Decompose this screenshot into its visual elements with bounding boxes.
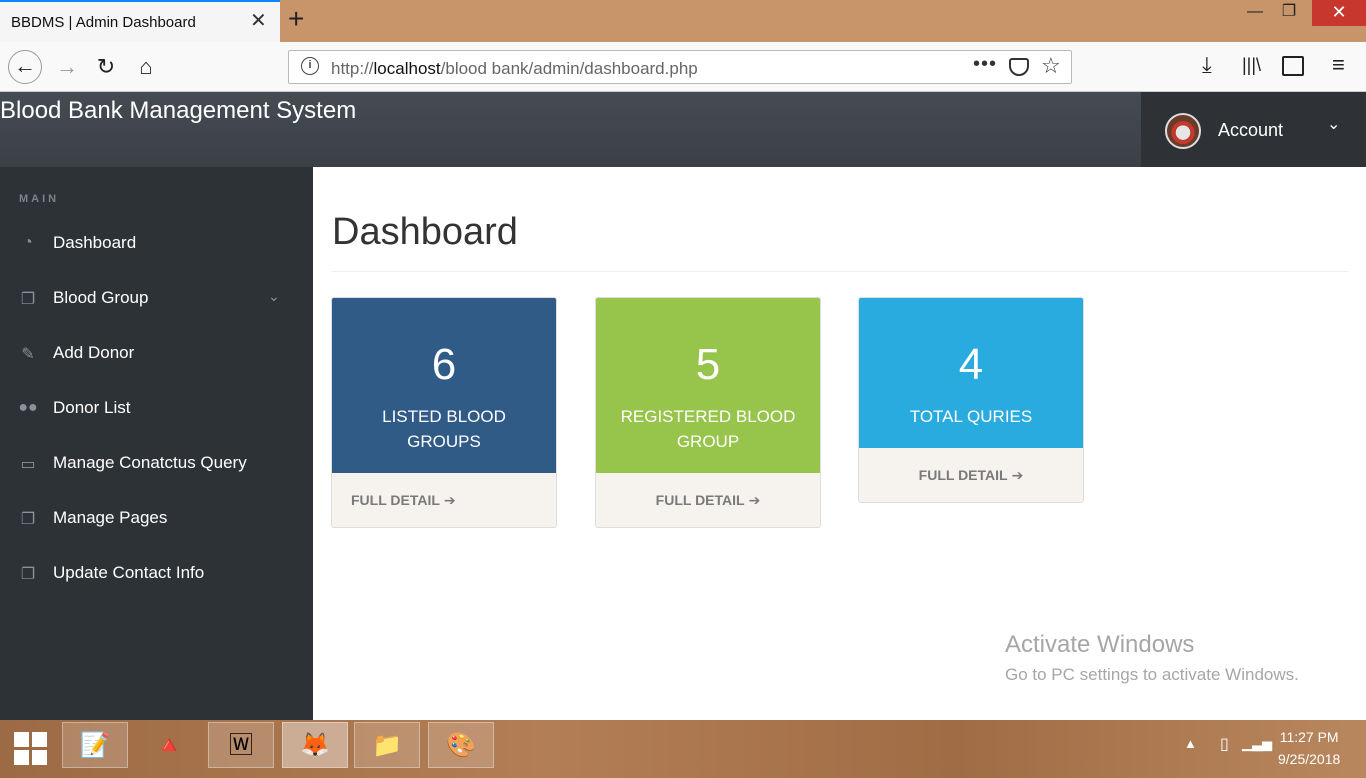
watermark-title: Activate Windows — [1005, 631, 1195, 658]
sidebar-heading: MAIN — [19, 193, 60, 205]
browser-nav-bar: ← → ↻ ⌂ i http://localhost/blood bank/ad… — [0, 42, 1366, 92]
sidebar-item-label: Donor List — [53, 398, 131, 417]
sidebar-item-add-donor[interactable]: ✎ Add Donor — [0, 327, 313, 382]
url-host: localhost — [373, 59, 441, 78]
hamburger-menu-icon[interactable]: ≡ — [1332, 52, 1345, 78]
battery-icon[interactable]: ▯ — [1220, 734, 1229, 754]
show-hidden-icons-icon[interactable]: ▲ — [1184, 736, 1197, 751]
word-app-icon[interactable]: 🅆 — [208, 722, 274, 768]
full-detail-link[interactable]: FULL DETAIL ➔ — [596, 473, 820, 527]
chevron-down-icon: ⌄ — [268, 288, 280, 304]
stat-label: TOTAL QURIES — [909, 407, 1033, 426]
stat-card-total-queries: 4 TOTAL QURIES FULL DETAIL ➔ — [858, 297, 1084, 503]
arrow-right-icon: ➔ — [443, 492, 456, 508]
sidebar-item-label: Manage Conatctus Query — [53, 453, 247, 472]
copy-icon: ❐ — [20, 291, 36, 308]
sidebar: MAIN ◔ Dashboard ❐ Blood Group ⌄ ✎ Add D… — [0, 167, 313, 720]
brand-title[interactable]: Blood Bank Management System — [0, 97, 356, 125]
stat-label: REGISTERED BLOOD GROUP — [620, 407, 796, 451]
full-detail-link[interactable]: FULL DETAIL ➔ — [859, 448, 1083, 502]
firefox-app-icon[interactable]: 🦊 — [282, 722, 348, 768]
browser-tab-bar: BBDMS | Admin Dashboard ✕ + — ❐ ✕ — [0, 0, 1366, 42]
url-path: /blood bank/admin/dashboard.php — [440, 59, 698, 78]
sidebar-toggle-icon[interactable] — [1282, 56, 1304, 76]
url-text[interactable]: http://localhost/blood bank/admin/dashbo… — [331, 59, 698, 79]
edit-icon: ✎ — [21, 346, 35, 363]
page-actions-icon[interactable]: ••• — [973, 53, 997, 76]
activate-windows-watermark: Activate Windows Go to PC settings to ac… — [1005, 631, 1299, 685]
sidebar-item-donor-list[interactable]: ●● Donor List — [0, 382, 313, 437]
full-detail-label: FULL DETAIL — [918, 467, 1008, 483]
clock-date: 9/25/2018 — [1278, 751, 1341, 767]
sidebar-item-label: Update Contact Info — [53, 563, 205, 582]
system-clock[interactable]: 11:27 PM 9/25/2018 — [1278, 726, 1340, 770]
avatar — [1165, 113, 1201, 149]
new-tab-button[interactable]: + — [288, 5, 304, 33]
arrow-right-icon: ➔ — [748, 492, 761, 508]
full-detail-label: FULL DETAIL — [655, 492, 745, 508]
forward-icon[interactable]: → — [50, 50, 84, 84]
full-detail-label: FULL DETAIL — [351, 492, 440, 508]
sidebar-item-manage-pages[interactable]: ❐ Manage Pages — [0, 492, 313, 547]
window-close-button[interactable]: ✕ — [1312, 0, 1366, 26]
url-prefix: http:// — [331, 59, 374, 78]
sidebar-item-update-contact[interactable]: ❐ Update Contact Info — [0, 547, 313, 602]
sidebar-item-manage-query[interactable]: ▭ Manage Conatctus Query — [0, 437, 313, 492]
browser-tab[interactable]: BBDMS | Admin Dashboard ✕ — [0, 0, 280, 42]
main-content: Dashboard 6 LISTED BLOOD GROUPS FULL DET… — [313, 167, 1366, 720]
paint-app-icon[interactable]: 🎨 — [428, 722, 494, 768]
app-header: Blood Bank Management System Account ⌄ — [0, 92, 1366, 167]
clock-time: 11:27 PM — [1279, 729, 1339, 745]
windows-start-icon[interactable] — [14, 732, 48, 766]
sidebar-item-label: Dashboard — [53, 233, 137, 252]
library-icon[interactable]: |||\ — [1242, 55, 1261, 76]
page-title: Dashboard — [332, 211, 518, 253]
account-menu[interactable]: Account ⌄ — [1141, 92, 1366, 167]
file-explorer-app-icon[interactable]: 📁 — [354, 722, 420, 768]
window-maximize-button[interactable]: ❐ — [1266, 0, 1312, 26]
url-bar[interactable]: i http://localhost/blood bank/admin/dash… — [288, 50, 1072, 84]
sidebar-item-blood-group[interactable]: ❐ Blood Group ⌄ — [0, 272, 313, 327]
copy-icon: ❐ — [20, 511, 36, 528]
sidebar-item-dashboard[interactable]: ◔ Dashboard — [0, 217, 313, 272]
reload-icon[interactable]: ↻ — [89, 50, 123, 84]
sidebar-item-label: Blood Group — [53, 288, 149, 307]
arrow-right-icon: ➔ — [1011, 467, 1024, 483]
tab-close-icon[interactable]: ✕ — [250, 11, 267, 31]
stat-count: 5 — [695, 340, 721, 389]
download-icon[interactable]: ⤓ — [1202, 52, 1212, 78]
pocket-icon[interactable] — [1009, 58, 1029, 76]
vlc-app-icon[interactable]: 🔺 — [136, 722, 202, 768]
stat-card-listed-blood-groups: 6 LISTED BLOOD GROUPS FULL DETAIL ➔ — [331, 297, 557, 528]
stat-card-registered-blood-group: 5 REGISTERED BLOOD GROUP FULL DETAIL ➔ — [595, 297, 821, 528]
watermark-subtitle: Go to PC settings to activate Windows. — [1005, 665, 1299, 684]
back-icon[interactable]: ← — [8, 50, 42, 84]
desktop-icon: ▭ — [20, 456, 36, 473]
divider — [332, 271, 1348, 272]
stat-label: LISTED BLOOD GROUPS — [382, 407, 506, 451]
home-icon[interactable]: ⌂ — [129, 50, 163, 84]
tab-title: BBDMS | Admin Dashboard — [11, 14, 196, 31]
copy-icon: ❐ — [20, 566, 36, 583]
sidebar-item-label: Manage Pages — [53, 508, 168, 527]
signal-icon[interactable]: ▁▃▅ — [1242, 736, 1272, 752]
notepad-app-icon[interactable]: 📝 — [62, 722, 128, 768]
sidebar-item-label: Add Donor — [53, 343, 135, 362]
account-label: Account — [1218, 120, 1284, 140]
site-info-icon[interactable]: i — [301, 57, 319, 75]
users-icon: ●● — [18, 399, 38, 416]
dashboard-icon: ◔ — [23, 234, 33, 251]
stat-count: 6 — [431, 340, 457, 389]
bookmark-star-icon[interactable]: ☆ — [1041, 53, 1061, 79]
chevron-down-icon: ⌄ — [1327, 116, 1341, 133]
stat-count: 4 — [958, 340, 984, 389]
full-detail-link[interactable]: FULL DETAIL ➔ — [332, 473, 556, 527]
taskbar: 📝 🔺 🅆 🦊 📁 🎨 ▲ ▯ ▁▃▅ 11:27 PM 9/25/2018 — [0, 720, 1366, 778]
